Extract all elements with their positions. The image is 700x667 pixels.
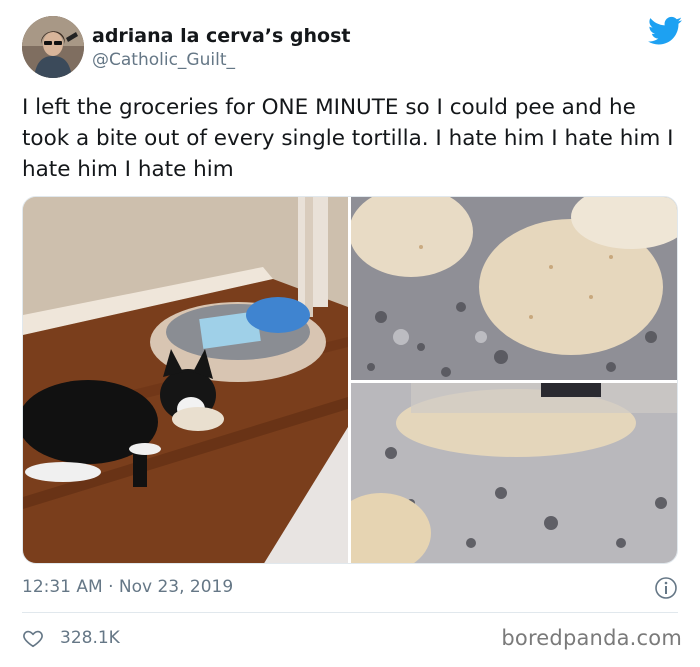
tweet-timestamp[interactable]: 12:31 AM · Nov 23, 2019 [22, 575, 233, 599]
heart-icon[interactable] [22, 627, 44, 649]
tweet-text: I left the groceries for ONE MINUTE so I… [22, 95, 674, 182]
divider [22, 612, 678, 613]
twitter-bird-icon[interactable] [648, 16, 682, 46]
tweet-media[interactable] [22, 196, 678, 564]
user-handle[interactable]: @Catholic_Guilt_ [92, 48, 350, 72]
like-count: 328.1K [60, 628, 120, 648]
cat-photo[interactable] [23, 197, 348, 563]
tortillas-photo-bottom[interactable] [351, 383, 677, 563]
avatar[interactable] [22, 16, 84, 78]
like-button[interactable]: 328.1K [22, 625, 120, 651]
tweet-header: adriana la cerva’s ghost @Catholic_Guilt… [22, 16, 682, 78]
tortillas-photo-top[interactable] [351, 197, 677, 380]
display-name[interactable]: adriana la cerva’s ghost [92, 24, 350, 48]
watermark: boredpanda.com [501, 626, 682, 650]
info-icon[interactable] [654, 576, 678, 600]
